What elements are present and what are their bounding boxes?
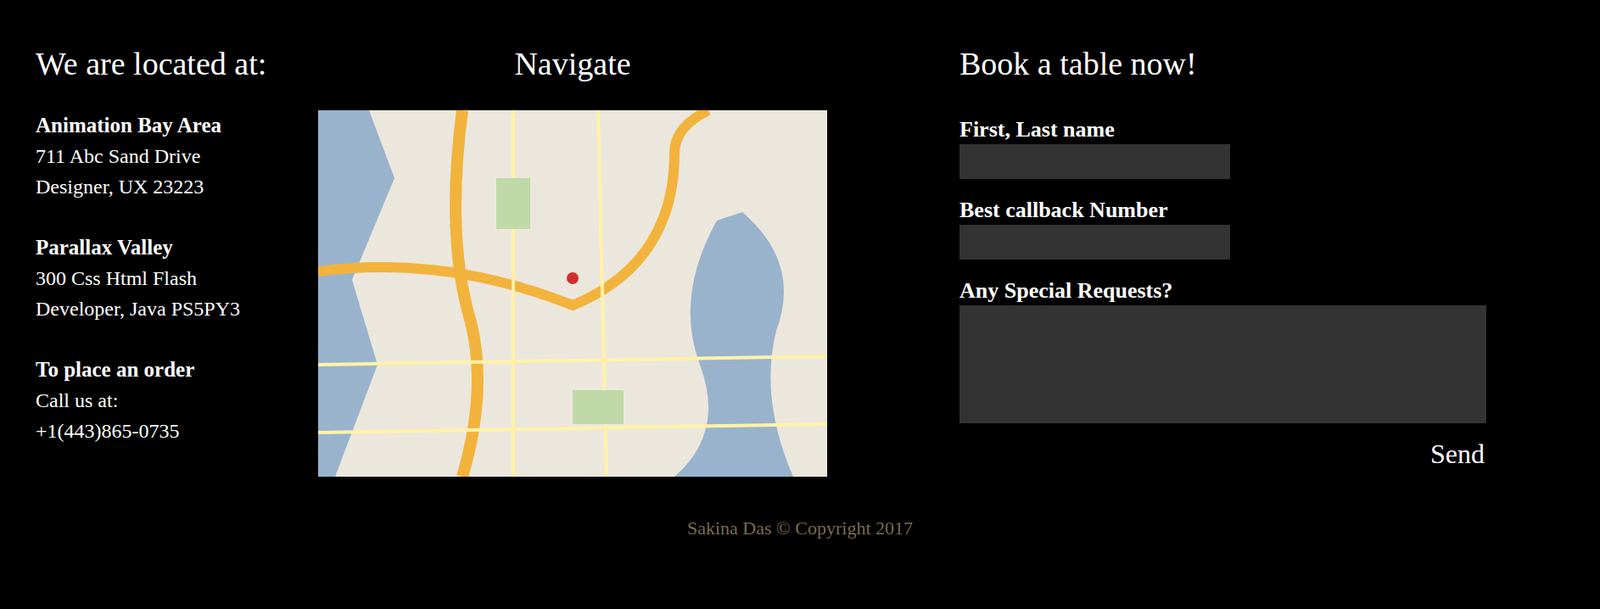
address-block: Animation Bay Area711 Abc Sand DriveDesi… [35,110,319,202]
location-column: We are located at: Animation Bay Area711 … [35,42,319,477]
field-label: Any Special Requests? [959,276,1487,306]
send-button[interactable]: Send [1428,438,1487,470]
map[interactable] [318,110,828,477]
columns: We are located at: Animation Bay Area711 … [0,0,1600,477]
address-line: 711 Abc Sand Drive [35,140,319,172]
address-line: Developer, Java PS5PY3 [35,293,319,325]
address-name: Parallax Valley [35,232,319,263]
navigate-column: Navigate [318,42,828,477]
text-field[interactable] [959,224,1231,260]
text-field[interactable] [959,144,1231,180]
requests-field[interactable] [959,305,1487,424]
navigate-heading: Navigate [514,42,631,85]
address-line: Designer, UX 23223 [35,171,319,202]
booking-column: Book a table now! First, Last name Best ca… [959,42,1487,477]
field-label: First, Last name [959,115,1487,145]
order-line: Call us at: [35,385,319,416]
address-name: Animation Bay Area [35,110,319,141]
booking-heading: Book a table now! [959,42,1487,85]
copyright: Sakina Das © Copyright 2017 [0,517,1600,549]
order-block: To place an orderCall us at:+1(443)865-0… [35,354,319,447]
location-heading: We are located at: [35,42,319,85]
page: We are located at: Animation Bay Area711 … [0,0,1600,609]
order-title: To place an order [35,354,319,386]
order-line: +1(443)865-0735 [35,415,319,447]
address-block: Parallax Valley300 Css Html FlashDevelop… [35,232,319,325]
map-pin-icon [566,272,579,285]
field-label: Best callback Number [959,195,1487,225]
address-line: 300 Css Html Flash [35,262,319,294]
map-drawing-icon [318,110,828,477]
